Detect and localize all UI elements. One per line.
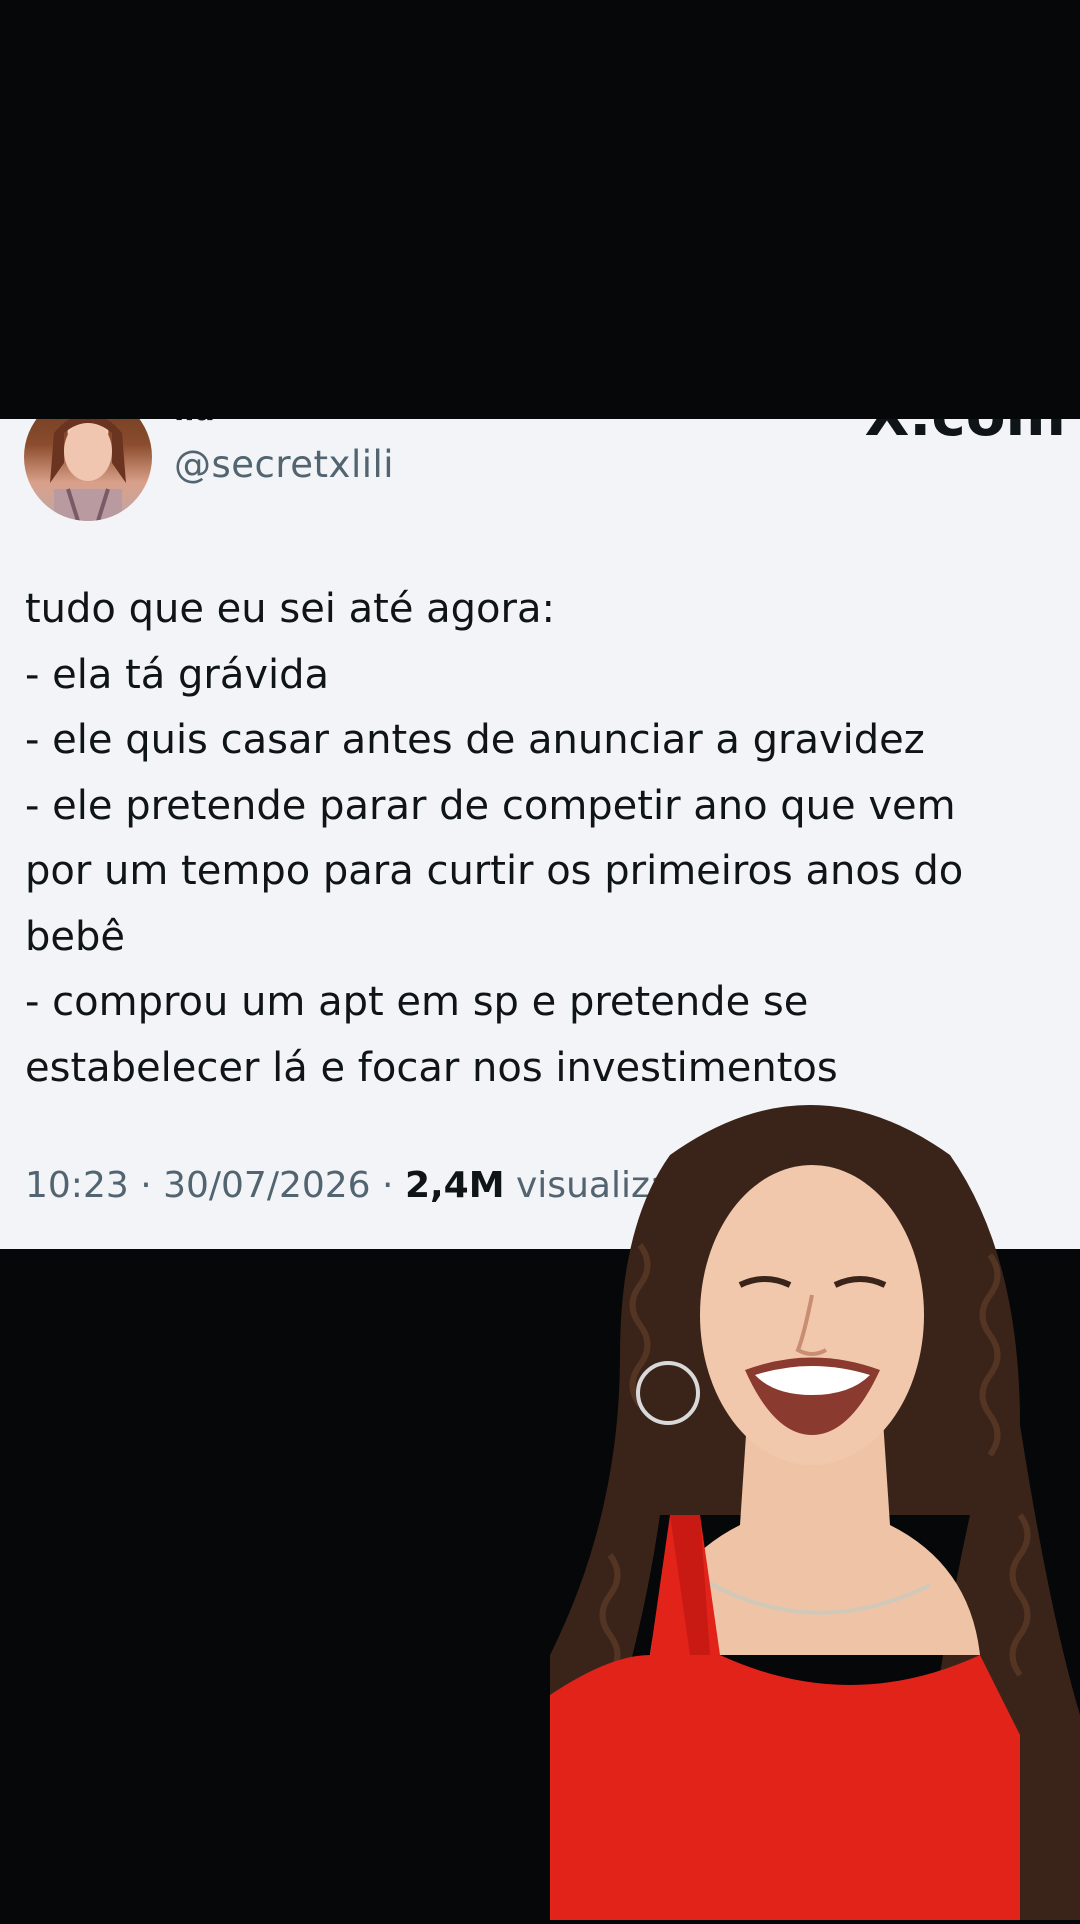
x-com-watermark: X.com <box>865 419 1066 449</box>
display-name[interactable]: lia <box>174 419 215 428</box>
tweet-text-line: - comprou um apt em sp e pretende se <box>25 979 809 1025</box>
tweet-time[interactable]: 10:23 <box>25 1165 129 1206</box>
presenter-video-overlay <box>550 1095 1080 1920</box>
meta-separator: · <box>128 1165 164 1206</box>
tweet-text-line: - ele quis casar antes de anunciar a gra… <box>25 717 925 763</box>
tweet-text-line: estabelecer lá e focar nos investimentos <box>25 1044 838 1091</box>
tweet-text-line: bebê <box>25 913 125 960</box>
user-handle[interactable]: @secretxlili <box>174 443 394 486</box>
views-count: 2,4M <box>404 1165 505 1206</box>
tweet-text-line: - ele pretende parar de competir ano que… <box>25 782 956 829</box>
tweet-text-line: por um tempo para curtir os primeiros an… <box>25 848 964 894</box>
presenter-person-icon <box>550 1105 1080 1920</box>
tweet-text-line: tudo que eu sei até agora: <box>25 586 555 632</box>
avatar-photo-icon <box>50 419 126 521</box>
tweet-date[interactable]: 30/07/2026 <box>163 1165 371 1206</box>
tweet-text: tudo que eu sei até agora: - ela tá gráv… <box>25 577 1055 1101</box>
tweet-text-line: - ela tá grávida <box>25 651 330 698</box>
meta-separator: · <box>370 1165 405 1206</box>
avatar[interactable] <box>24 419 152 521</box>
